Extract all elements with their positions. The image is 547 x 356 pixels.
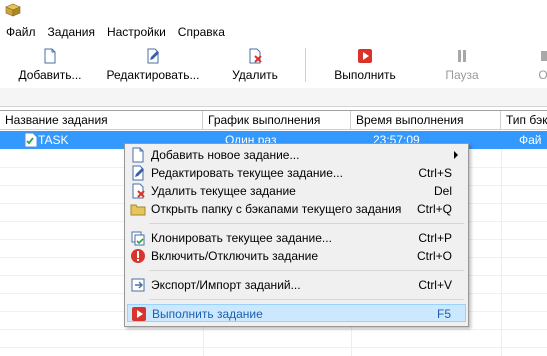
submenu-arrow-icon (454, 151, 458, 159)
edit-button[interactable]: Редактировать... (98, 46, 208, 86)
menu-item-shortcut: Ctrl+S (418, 166, 452, 180)
menu-item-clone-task[interactable]: Клонировать текущее задание... Ctrl+P (127, 229, 466, 247)
context-menu: Добавить новое задание... Редактировать … (124, 143, 469, 327)
menu-help[interactable]: Справка (172, 22, 231, 42)
pause-button[interactable]: Пауза (432, 46, 492, 86)
delete-doc-icon (132, 183, 145, 199)
pencil-icon (147, 48, 159, 64)
column-header-name[interactable]: Название задания (0, 111, 203, 130)
add-doc-icon (132, 147, 144, 163)
menu-bar: Файл Задания Настройки Справка (0, 22, 547, 42)
menu-item-label: Экспорт/Импорт заданий... (151, 278, 301, 292)
menu-separator (149, 223, 464, 224)
menu-settings[interactable]: Настройки (101, 22, 172, 42)
add-button[interactable]: Добавить... (10, 46, 90, 86)
menu-item-shortcut: Ctrl+O (416, 249, 452, 263)
menu-item-label: Добавить новое задание... (151, 148, 300, 162)
grid-line (501, 149, 502, 356)
toggle-icon (131, 249, 145, 263)
menu-item-add-task[interactable]: Добавить новое задание... (127, 146, 466, 164)
stop-button-label: Ос (538, 68, 547, 82)
run-icon (358, 49, 372, 63)
menu-item-open-backup-folder[interactable]: Открыть папку с бэкапами текущего задани… (127, 200, 466, 218)
title-bar (0, 0, 547, 22)
menu-file[interactable]: Файл (0, 22, 42, 42)
delete-doc-icon (249, 48, 262, 64)
run-button-label: Выполнить (334, 68, 396, 82)
column-header-schedule[interactable]: График выполнения (203, 111, 351, 130)
folder-icon (130, 204, 146, 216)
menu-item-shortcut: Ctrl+Q (416, 202, 452, 216)
pause-button-label: Пауза (445, 68, 479, 82)
edit-button-label: Редактировать... (106, 68, 200, 82)
menu-separator (149, 299, 464, 300)
menu-item-label: Открыть папку с бэкапами текущего задани… (151, 202, 402, 216)
menu-item-shortcut: Del (433, 184, 452, 198)
status-strip (0, 88, 547, 107)
menu-item-shortcut: F5 (436, 307, 451, 321)
stop-icon (541, 51, 547, 61)
clone-icon (131, 231, 145, 246)
menu-separator (149, 270, 464, 271)
menu-item-shortcut: Ctrl+V (418, 278, 452, 292)
task-doc-icon (24, 132, 38, 148)
menu-item-export-import[interactable]: Экспорт/Импорт заданий... Ctrl+V (127, 276, 466, 294)
toolbar-separator (305, 48, 306, 82)
menu-item-shortcut: Ctrl+P (418, 231, 452, 245)
pencil-icon (132, 165, 144, 181)
menu-item-delete-task[interactable]: Удалить текущее задание Del (127, 182, 466, 200)
menu-item-label: Выполнить задание (152, 307, 263, 321)
pause-icon (458, 50, 466, 62)
add-doc-icon (44, 48, 56, 64)
delete-button-label: Удалить (232, 68, 278, 82)
menu-item-toggle-task[interactable]: Включить/Отключить задание Ctrl+O (127, 247, 466, 265)
menu-tasks[interactable]: Задания (42, 22, 101, 42)
grid-line (0, 329, 547, 330)
toolbar: Добавить... Редактировать... Удалить Вып… (0, 42, 547, 89)
menu-item-label: Клонировать текущее задание... (151, 231, 332, 245)
task-type-cell: Фай (519, 133, 542, 147)
run-icon (132, 307, 146, 321)
run-button[interactable]: Выполнить (325, 46, 405, 86)
menu-item-label: Удалить текущее задание (151, 184, 296, 198)
delete-button[interactable]: Удалить (220, 46, 290, 86)
stop-button[interactable]: Ос (526, 46, 547, 86)
menu-item-run-task[interactable]: Выполнить задание F5 (127, 304, 466, 322)
column-header-type[interactable]: Тип бэк (501, 111, 547, 130)
app-box-icon (5, 3, 21, 17)
menu-item-edit-task[interactable]: Редактировать текущее задание... Ctrl+S (127, 164, 466, 182)
add-button-label: Добавить... (18, 68, 82, 82)
grid-line (0, 347, 547, 348)
export-icon (131, 278, 145, 292)
column-header-time[interactable]: Время выполнения (351, 111, 501, 130)
menu-item-label: Редактировать текущее задание... (151, 166, 343, 180)
menu-item-label: Включить/Отключить задание (151, 249, 319, 263)
